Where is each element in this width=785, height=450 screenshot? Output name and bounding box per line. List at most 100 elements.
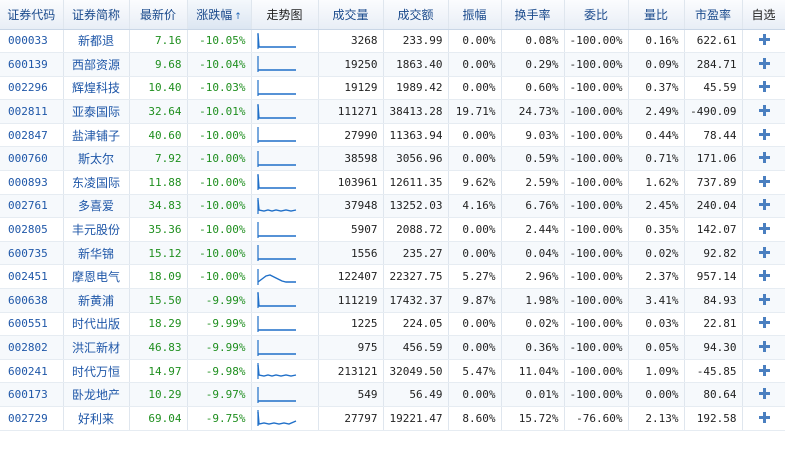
trend-sparkline[interactable]	[251, 76, 319, 101]
plus-icon[interactable]	[758, 223, 770, 235]
col-header-weibi[interactable]: 委比	[564, 0, 629, 30]
trend-sparkline[interactable]	[251, 146, 319, 172]
stock-name[interactable]: 洪汇新材	[63, 335, 130, 360]
stock-code[interactable]: 002811	[0, 99, 64, 124]
stock-name[interactable]: 新都退	[63, 29, 130, 54]
col-header-name[interactable]: 证券简称	[63, 0, 130, 30]
table-row[interactable]: 002805 丰元股份 35.36 -10.00% 5907 2088.72 0.00% 2.…	[0, 217, 785, 242]
stock-code[interactable]: 002451	[0, 264, 64, 290]
add-to-watchlist-button[interactable]	[742, 264, 785, 290]
stock-name[interactable]: 卧龙地产	[63, 382, 130, 407]
trend-sparkline[interactable]	[251, 359, 319, 384]
trend-sparkline[interactable]	[251, 241, 319, 266]
add-to-watchlist-button[interactable]	[742, 406, 785, 431]
stock-code[interactable]: 600139	[0, 52, 64, 77]
add-to-watchlist-button[interactable]	[742, 99, 785, 124]
stock-name[interactable]: 亚泰国际	[63, 99, 130, 124]
trend-sparkline[interactable]	[251, 123, 319, 148]
plus-icon[interactable]	[758, 293, 770, 305]
table-row[interactable]: 002296 辉煌科技 10.40 -10.03% 19129 1989.42 0.00% 0…	[0, 76, 785, 101]
stock-name[interactable]: 斯太尔	[63, 146, 130, 172]
trend-sparkline[interactable]	[251, 382, 319, 407]
add-to-watchlist-button[interactable]	[742, 359, 785, 384]
col-header-price[interactable]: 最新价	[129, 0, 188, 30]
trend-sparkline[interactable]	[251, 335, 319, 360]
col-header-turnover[interactable]: 换手率	[501, 0, 565, 30]
stock-name[interactable]: 东凌国际	[63, 170, 130, 195]
stock-name[interactable]: 辉煌科技	[63, 76, 130, 101]
stock-name[interactable]: 摩恩电气	[63, 264, 130, 290]
plus-icon[interactable]	[758, 246, 770, 258]
table-row[interactable]: 002847 盐津铺子 40.60 -10.00% 27990 11363.94 0.00%…	[0, 123, 785, 148]
table-row[interactable]: 600173 卧龙地产 10.29 -9.97% 549 56.49 0.00% 0.01% -…	[0, 382, 785, 407]
stock-name[interactable]: 西部资源	[63, 52, 130, 77]
plus-icon[interactable]	[758, 364, 770, 376]
trend-sparkline[interactable]	[251, 217, 319, 242]
stock-name[interactable]: 时代万恒	[63, 359, 130, 384]
table-row[interactable]: 000760 斯太尔 7.92 -10.00% 38598 3056.96 0.00% 0.5…	[0, 146, 785, 172]
add-to-watchlist-button[interactable]	[742, 194, 785, 219]
stock-code[interactable]: 002847	[0, 123, 64, 148]
add-to-watchlist-button[interactable]	[742, 312, 785, 337]
stock-code[interactable]: 000893	[0, 170, 64, 195]
plus-icon[interactable]	[758, 411, 770, 423]
stock-code[interactable]: 002802	[0, 335, 64, 360]
trend-sparkline[interactable]	[251, 264, 319, 290]
trend-sparkline[interactable]	[251, 170, 319, 195]
plus-icon[interactable]	[758, 81, 770, 93]
table-row[interactable]: 600139 西部资源 9.68 -10.04% 19250 1863.40 0.00% 0.…	[0, 52, 785, 77]
stock-code[interactable]: 600735	[0, 241, 64, 266]
plus-icon[interactable]	[758, 57, 770, 69]
add-to-watchlist-button[interactable]	[742, 52, 785, 77]
trend-sparkline[interactable]	[251, 288, 319, 313]
add-to-watchlist-button[interactable]	[742, 146, 785, 172]
stock-name[interactable]: 盐津铺子	[63, 123, 130, 148]
add-to-watchlist-button[interactable]	[742, 217, 785, 242]
trend-sparkline[interactable]	[251, 194, 319, 219]
stock-code[interactable]: 002761	[0, 194, 64, 219]
col-header-liangbi[interactable]: 量比	[628, 0, 685, 30]
plus-icon[interactable]	[758, 341, 770, 353]
table-row[interactable]: 600241 时代万恒 14.97 -9.98% 213121 32049.50 5.47%…	[0, 359, 785, 384]
stock-code[interactable]: 600241	[0, 359, 64, 384]
table-row[interactable]: 600638 新黄浦 15.50 -9.99% 111219 17432.37 9.87% 1…	[0, 288, 785, 313]
stock-code[interactable]: 000760	[0, 146, 64, 172]
add-to-watchlist-button[interactable]	[742, 76, 785, 101]
plus-icon[interactable]	[758, 175, 770, 187]
stock-code[interactable]: 002296	[0, 76, 64, 101]
add-to-watchlist-button[interactable]	[742, 123, 785, 148]
plus-icon[interactable]	[758, 105, 770, 117]
col-header-amount[interactable]: 成交额	[383, 0, 449, 30]
col-header-change[interactable]: 涨跌幅 ↑	[187, 0, 252, 30]
table-row[interactable]: 000033 新都退 7.16 -10.05% 3268 233.99 0.00% 0.08%…	[0, 29, 785, 54]
add-to-watchlist-button[interactable]	[742, 382, 785, 407]
col-header-amplitude[interactable]: 振幅	[448, 0, 502, 30]
table-row[interactable]: 002761 多喜爱 34.83 -10.00% 37948 13252.03 4.16% 6…	[0, 194, 785, 219]
col-header-volume[interactable]: 成交量	[318, 0, 384, 30]
stock-code[interactable]: 002729	[0, 406, 64, 431]
stock-code[interactable]: 600551	[0, 312, 64, 337]
stock-name[interactable]: 新华锦	[63, 241, 130, 266]
plus-icon[interactable]	[758, 388, 770, 400]
stock-code[interactable]: 000033	[0, 29, 64, 54]
trend-sparkline[interactable]	[251, 406, 319, 431]
stock-name[interactable]: 新黄浦	[63, 288, 130, 313]
stock-code[interactable]: 002805	[0, 217, 64, 242]
plus-icon[interactable]	[758, 34, 770, 46]
add-to-watchlist-button[interactable]	[742, 288, 785, 313]
trend-sparkline[interactable]	[251, 312, 319, 337]
plus-icon[interactable]	[758, 152, 770, 164]
add-to-watchlist-button[interactable]	[742, 170, 785, 195]
trend-sparkline[interactable]	[251, 99, 319, 124]
table-row[interactable]: 600735 新华锦 15.12 -10.00% 1556 235.27 0.00% 0.04…	[0, 241, 785, 266]
trend-sparkline[interactable]	[251, 29, 319, 54]
stock-name[interactable]: 多喜爱	[63, 194, 130, 219]
table-row[interactable]: 600551 时代出版 18.29 -9.99% 1225 224.05 0.00% 0.02…	[0, 312, 785, 337]
add-to-watchlist-button[interactable]	[742, 335, 785, 360]
stock-name[interactable]: 好利来	[63, 406, 130, 431]
table-row[interactable]: 002802 洪汇新材 46.83 -9.99% 975 456.59 0.00% 0.36%…	[0, 335, 785, 360]
plus-icon[interactable]	[758, 199, 770, 211]
stock-name[interactable]: 时代出版	[63, 312, 130, 337]
table-row[interactable]: 002729 好利来 69.04 -9.75% 27797 19221.47 8.60% 15…	[0, 406, 785, 431]
stock-name[interactable]: 丰元股份	[63, 217, 130, 242]
